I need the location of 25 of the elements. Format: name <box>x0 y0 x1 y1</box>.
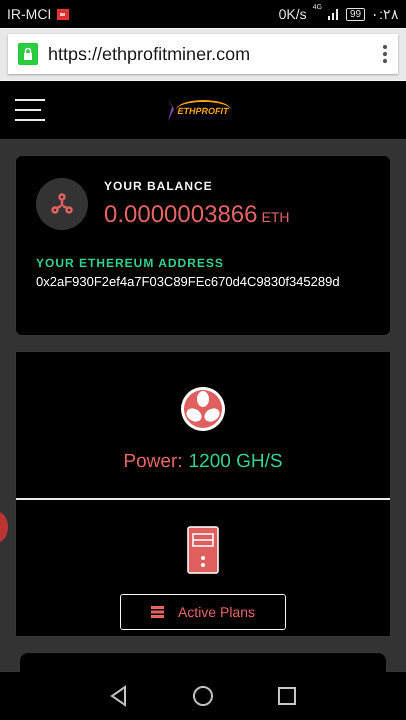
fan-icon <box>179 385 227 434</box>
record-icon <box>57 8 70 20</box>
speed-text: 0K/s <box>278 6 307 22</box>
address-bar[interactable]: https://ethprofitminer.com <box>8 34 398 74</box>
battery-level: 99 <box>346 8 366 20</box>
server-icon <box>187 526 219 574</box>
more-icon[interactable] <box>382 44 388 64</box>
clock-text: ۰:۲۸ <box>371 6 399 22</box>
wallet-address: 0x2aF930F2ef4a7F03C89FEc670d4C9830f345289d <box>36 274 341 289</box>
address-label: YOUR ETHEREUM ADDRESS <box>36 256 225 270</box>
menu-icon[interactable] <box>15 99 45 121</box>
signal-icon <box>328 8 340 20</box>
carrier-text: IR-MCI <box>7 6 52 22</box>
fidget-icon <box>51 193 73 215</box>
recents-icon[interactable] <box>276 685 298 707</box>
power-label: Power: <box>123 451 183 474</box>
balance-amount: 0.0000003866 <box>104 201 258 229</box>
home-icon[interactable] <box>192 685 214 707</box>
logo-text: ETHPROFIT <box>176 100 230 120</box>
balance-label: YOUR BALANCE <box>104 179 214 193</box>
currency-unit: ETH <box>262 209 290 225</box>
logo-icon <box>166 99 176 121</box>
active-plans-button[interactable]: Active Plans <box>120 594 286 630</box>
list-icon <box>150 606 164 618</box>
power-value: 1200 GH/S <box>188 451 283 474</box>
